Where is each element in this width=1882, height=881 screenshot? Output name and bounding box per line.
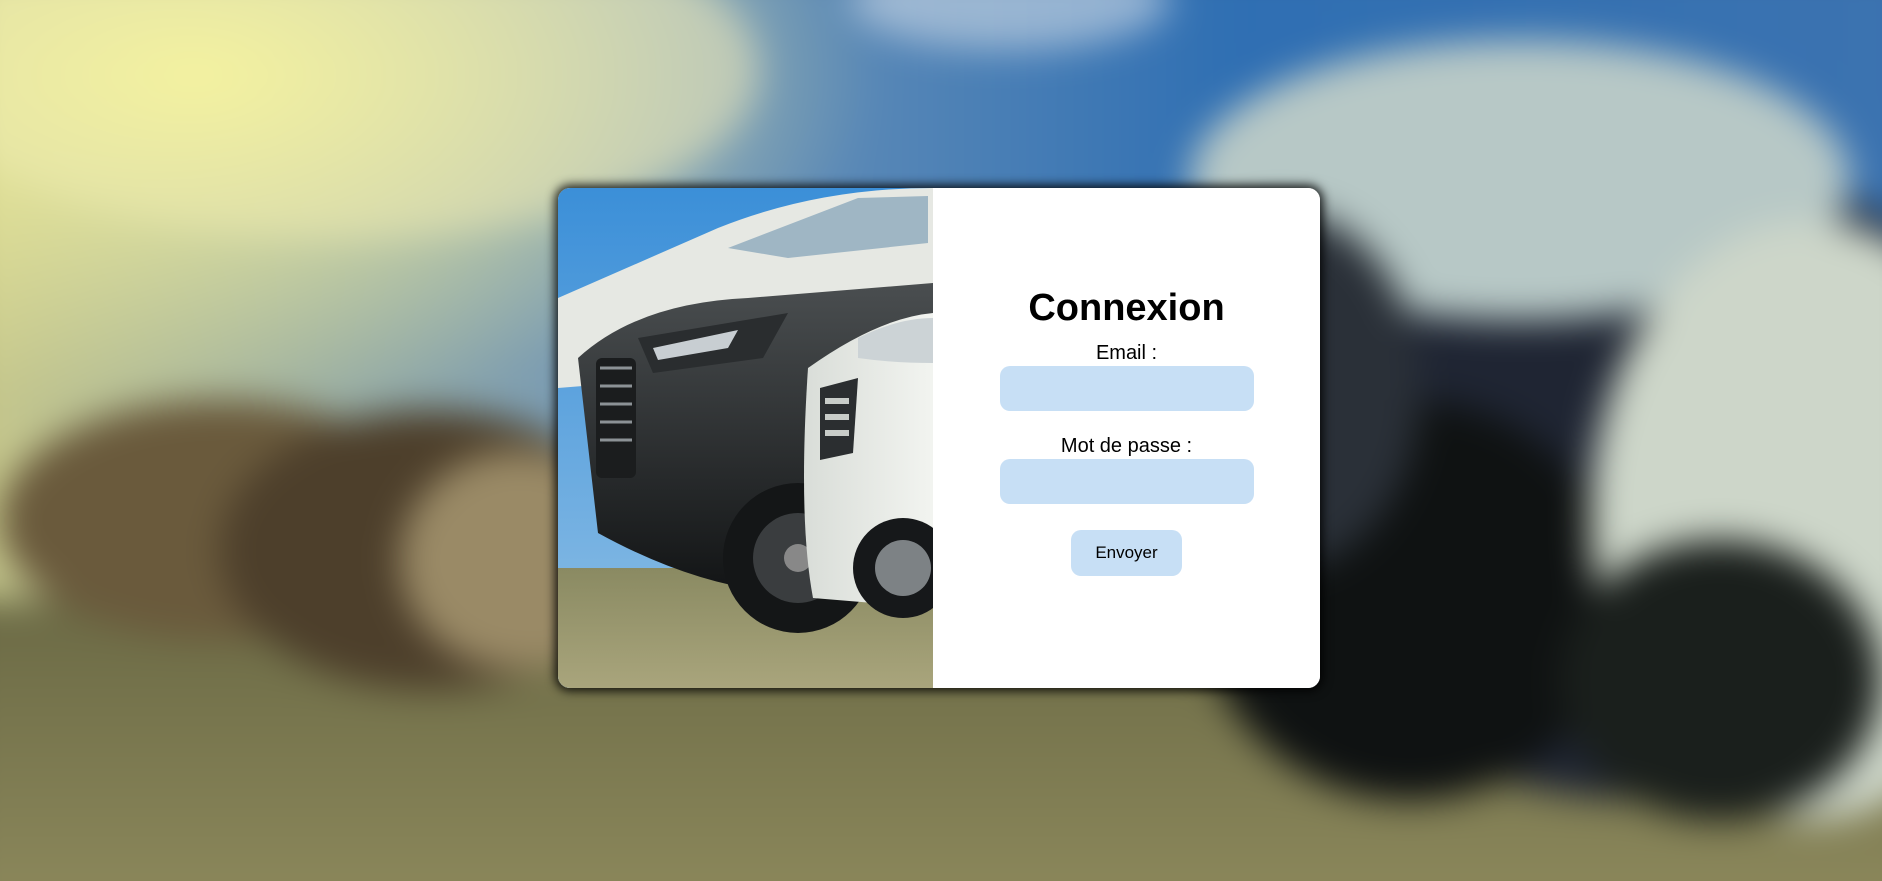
cars-photo: [558, 188, 933, 688]
login-form: Connexion Email : Mot de passe : Envoyer: [933, 188, 1320, 688]
page-title: Connexion: [1028, 287, 1225, 329]
page: Connexion Email : Mot de passe : Envoyer: [0, 0, 1882, 881]
email-label: Email :: [1095, 341, 1158, 364]
submit-button[interactable]: Envoyer: [1071, 529, 1182, 576]
password-field[interactable]: [999, 458, 1254, 504]
email-field[interactable]: [999, 365, 1254, 411]
password-label: Mot de passe :: [1060, 434, 1193, 457]
login-card: Connexion Email : Mot de passe : Envoyer: [558, 188, 1320, 688]
